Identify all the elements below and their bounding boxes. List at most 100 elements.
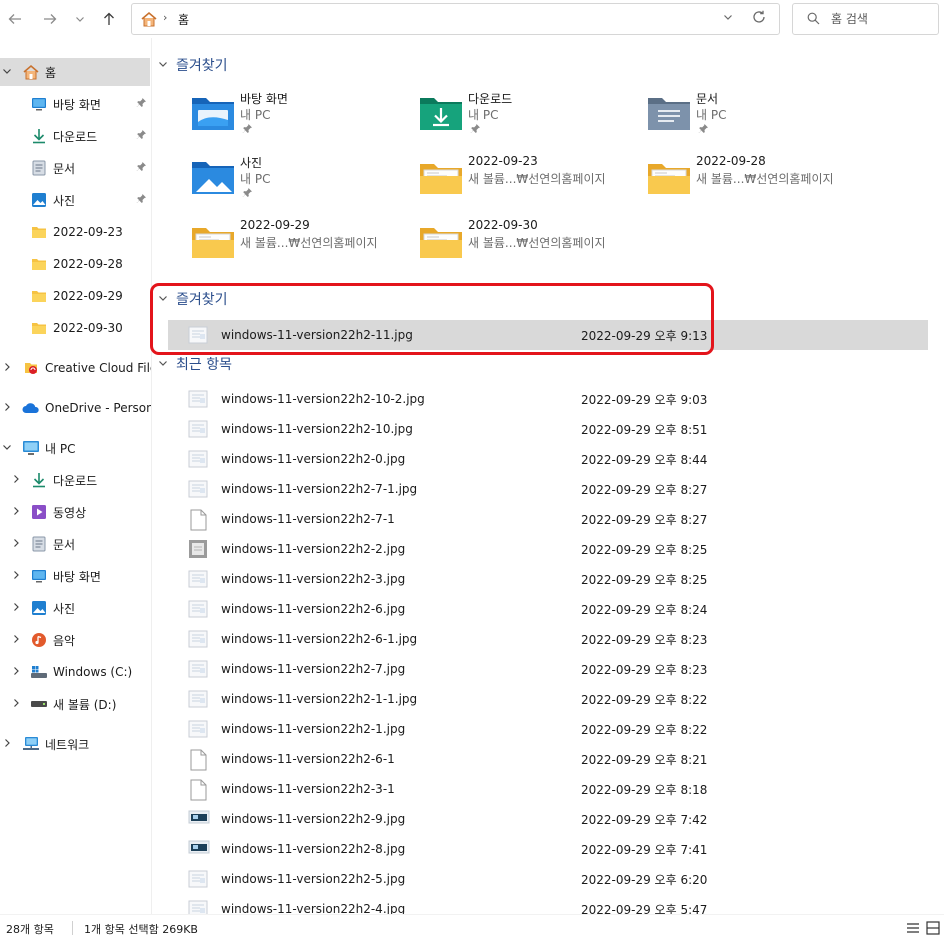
navigation-bar: › 홈 — [0, 0, 944, 38]
file-date: 2022-09-29 오후 8:44 — [581, 452, 708, 467]
quick-access-tile[interactable]: 2022-09-30 새 볼륨...₩선연의홈페이지 — [418, 218, 643, 278]
tile-location: 새 볼륨...₩선연의홈페이지 — [240, 236, 378, 250]
quick-access-tile[interactable]: 문서 내 PC — [646, 90, 871, 150]
quick-access-header[interactable]: 즐겨찾기 — [158, 53, 228, 77]
recent-file-row[interactable]: windows-11-version22h2-3.jpg 2022-09-29 오… — [168, 564, 928, 594]
file-name: windows-11-version22h2-8.jpg — [221, 842, 406, 856]
recent-file-row[interactable]: windows-11-version22h2-6-1 2022-09-29 오후 … — [168, 744, 928, 774]
recent-file-row[interactable]: windows-11-version22h2-7.jpg 2022-09-29 오… — [168, 654, 928, 684]
recent-file-row[interactable]: windows-11-version22h2-10.jpg 2022-09-29 … — [168, 414, 928, 444]
recent-header[interactable]: 최근 항목 — [158, 352, 232, 376]
drive-icon — [30, 695, 48, 713]
tiles-view-icon — [926, 920, 940, 935]
sidebar-item-pc[interactable]: Windows (C:) — [0, 658, 150, 686]
sidebar-item-quick[interactable]: 2022-09-23 — [0, 218, 150, 246]
tile-name: 2022-09-29 — [240, 218, 310, 232]
sidebar-item-pc[interactable]: 사진 — [0, 594, 150, 622]
image-file-icon — [188, 389, 208, 409]
recent-file-row[interactable]: windows-11-version22h2-1.jpg 2022-09-29 오… — [168, 714, 928, 744]
chevron-right-icon[interactable] — [11, 634, 21, 647]
chevron-right-icon[interactable] — [11, 666, 21, 679]
breadcrumb-home[interactable]: 홈 — [178, 11, 189, 28]
file-date: 2022-09-29 오후 8:21 — [581, 752, 708, 767]
details-view-button[interactable] — [904, 919, 922, 936]
chevron-right-icon[interactable] — [2, 738, 12, 751]
documents-folder-icon — [646, 94, 692, 134]
search-input[interactable] — [831, 10, 931, 28]
image-file-icon — [188, 839, 210, 859]
tiles-view-button[interactable] — [924, 919, 942, 936]
chevron-right-icon[interactable] — [11, 474, 21, 487]
recent-file-row[interactable]: windows-11-version22h2-1-1.jpg 2022-09-29… — [168, 684, 928, 714]
file-date: 2022-09-29 오후 8:51 — [581, 422, 708, 437]
recent-file-row[interactable]: windows-11-version22h2-10-2.jpg 2022-09-2… — [168, 384, 928, 414]
quick-access-tile[interactable]: 2022-09-23 새 볼륨...₩선연의홈페이지 — [418, 154, 643, 214]
recent-file-row[interactable]: windows-11-version22h2-2.jpg 2022-09-29 오… — [168, 534, 928, 564]
quick-access-tile[interactable]: 사진 내 PC — [190, 154, 415, 214]
recent-file-row[interactable]: windows-11-version22h2-0.jpg 2022-09-29 오… — [168, 444, 928, 474]
sidebar-item-network[interactable]: 네트워크 — [0, 730, 150, 758]
chevron-down-icon[interactable] — [2, 442, 12, 455]
recent-file-row[interactable]: windows-11-version22h2-7-1 2022-09-29 오후 … — [168, 504, 928, 534]
recent-file-row[interactable]: windows-11-version22h2-7-1.jpg 2022-09-29… — [168, 474, 928, 504]
sidebar-item-pc[interactable]: 음악 — [0, 626, 150, 654]
sidebar-item-pc[interactable]: 다운로드 — [0, 466, 150, 494]
recent-file-row[interactable]: windows-11-version22h2-4.jpg 2022-09-29 오… — [168, 894, 928, 914]
sidebar-item-quick[interactable]: 사진 — [0, 186, 150, 214]
sidebar-item-onedrive[interactable]: OneDrive - Personal — [0, 394, 151, 422]
recent-file-row[interactable]: windows-11-version22h2-3-1 2022-09-29 오후 … — [168, 774, 928, 804]
file-name: windows-11-version22h2-6-1.jpg — [221, 632, 418, 646]
address-dropdown-button[interactable] — [723, 12, 733, 25]
chevron-right-icon[interactable] — [11, 698, 21, 711]
recent-file-row[interactable]: windows-11-version22h2-5.jpg 2022-09-29 오… — [168, 864, 928, 894]
back-button[interactable] — [2, 6, 28, 32]
sidebar-item-quick[interactable]: 2022-09-30 — [0, 314, 150, 342]
forward-button[interactable] — [37, 6, 63, 32]
chevron-right-icon[interactable] — [2, 362, 12, 375]
up-button[interactable] — [96, 6, 122, 32]
sidebar-item-quick[interactable]: 2022-09-29 — [0, 282, 150, 310]
computer-icon — [22, 439, 40, 457]
quick-access-tile[interactable]: 다운로드 내 PC — [418, 90, 643, 150]
address-bar[interactable]: › 홈 — [131, 3, 780, 35]
document-icon — [30, 159, 48, 177]
recent-file-row[interactable]: windows-11-version22h2-8.jpg 2022-09-29 오… — [168, 834, 928, 864]
refresh-button[interactable] — [751, 9, 767, 29]
image-file-icon — [188, 479, 208, 499]
recent-file-row[interactable]: windows-11-version22h2-6.jpg 2022-09-29 오… — [168, 594, 928, 624]
sidebar-item-pc[interactable]: 문서 — [0, 530, 150, 558]
sidebar-item-creative-cloud[interactable]: Creative Cloud Files — [0, 354, 151, 382]
sidebar-item-label: 바탕 화면 — [53, 569, 101, 584]
chevron-right-icon[interactable] — [11, 602, 21, 615]
pin-icon — [136, 161, 147, 175]
sidebar-item-pc[interactable]: 바탕 화면 — [0, 562, 150, 590]
sidebar-item-pc[interactable]: 새 볼륨 (D:) — [0, 690, 150, 718]
folder-icon — [418, 158, 464, 198]
pin-icon — [136, 193, 147, 207]
windows-drive-icon — [30, 663, 48, 681]
recent-file-row[interactable]: windows-11-version22h2-6-1.jpg 2022-09-29… — [168, 624, 928, 654]
quick-access-tile[interactable]: 바탕 화면 내 PC — [190, 90, 415, 150]
chevron-right-icon[interactable] — [2, 402, 12, 415]
arrow-left-icon — [8, 14, 21, 24]
sidebar-item-quick[interactable]: 다운로드 — [0, 122, 150, 150]
sidebar-item-home[interactable]: 홈 — [0, 58, 150, 86]
sidebar-item-pc[interactable]: 동영상 — [0, 498, 150, 526]
pin-icon — [242, 187, 253, 201]
chevron-right-icon[interactable] — [11, 570, 21, 583]
sidebar-item-this-pc[interactable]: 내 PC — [0, 434, 150, 462]
sidebar-item-label: 내 PC — [45, 441, 76, 456]
sidebar-item-quick[interactable]: 문서 — [0, 154, 150, 182]
recent-locations-button[interactable] — [67, 6, 93, 32]
quick-access-tile[interactable]: 2022-09-28 새 볼륨...₩선연의홈페이지 — [646, 154, 871, 214]
file-date: 2022-09-29 오후 8:23 — [581, 662, 708, 677]
sidebar-item-quick[interactable]: 바탕 화면 — [0, 90, 150, 118]
recent-file-row[interactable]: windows-11-version22h2-9.jpg 2022-09-29 오… — [168, 804, 928, 834]
chevron-right-icon[interactable] — [11, 506, 21, 519]
search-box[interactable] — [792, 3, 939, 35]
sidebar-item-quick[interactable]: 2022-09-28 — [0, 250, 150, 278]
quick-access-tile[interactable]: 2022-09-29 새 볼륨...₩선연의홈페이지 — [190, 218, 415, 278]
chevron-right-icon[interactable] — [11, 538, 21, 551]
tile-name: 문서 — [696, 92, 719, 106]
chevron-down-icon[interactable] — [2, 66, 12, 79]
